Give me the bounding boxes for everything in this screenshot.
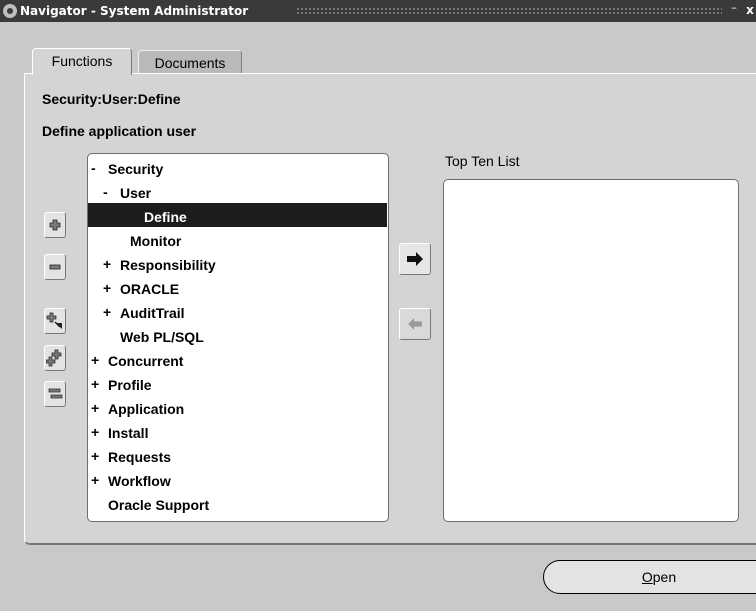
tree-item-label: Concurrent (108, 353, 184, 369)
expand-node-icon[interactable]: + (103, 304, 111, 320)
expand-branch-button[interactable] (44, 308, 66, 334)
open-button-label: pen (652, 569, 677, 585)
expand-button[interactable] (44, 212, 66, 238)
tree-selection-highlight (88, 203, 387, 227)
expand-node-icon[interactable]: + (91, 448, 99, 464)
tree-item-label: Application (108, 401, 185, 417)
expand-branch-icon (46, 312, 62, 329)
close-icon[interactable]: x (743, 3, 756, 17)
expand-all-button[interactable] (44, 345, 66, 371)
tree-item-label: Oracle Support (108, 497, 210, 513)
tree-item-label: AuditTrail (120, 305, 185, 321)
expand-node-icon[interactable]: + (91, 376, 99, 392)
arrow-left-icon (408, 318, 422, 330)
tree-item-label: User (120, 185, 152, 201)
current-function-label: Security:User:Define (42, 91, 181, 107)
title-bar: Navigator - System Administrator ⁻ x (0, 0, 756, 22)
remove-from-top-ten-button[interactable] (399, 308, 431, 340)
tree-item-label: Requests (108, 449, 172, 465)
tree-item-label: Responsibility (120, 257, 216, 273)
open-button-mnemonic: O (641, 569, 653, 585)
minimize-icon[interactable]: ⁻ (727, 3, 741, 17)
app-icon (3, 4, 17, 18)
expand-node-icon[interactable]: + (91, 400, 99, 416)
collapse-node-icon[interactable]: - (91, 160, 96, 176)
tree-item-label: Security (108, 161, 164, 177)
tab-documents[interactable]: Documents (138, 50, 242, 74)
function-description: Define application user (42, 123, 197, 139)
arrow-right-icon (407, 252, 423, 266)
tab-functions[interactable]: Functions (32, 48, 132, 75)
tree-item-label: Install (108, 425, 149, 441)
top-ten-label: Top Ten List (445, 153, 520, 169)
expand-node-icon[interactable]: + (103, 256, 111, 272)
collapse-node-icon[interactable]: - (103, 184, 108, 200)
collapse-all-icon (48, 388, 63, 399)
add-to-top-ten-button[interactable] (399, 243, 431, 275)
tree-item-label: ORACLE (120, 281, 180, 297)
tree-item-label: Profile (108, 377, 152, 393)
title-bar-pattern (296, 7, 722, 16)
window-title: Navigator - System Administrator (20, 4, 249, 18)
tree-item-label: Monitor (130, 233, 182, 249)
collapse-all-button[interactable] (44, 381, 66, 407)
collapse-button[interactable] (44, 254, 66, 280)
expand-node-icon[interactable]: + (103, 280, 111, 296)
top-ten-list[interactable] (443, 179, 739, 522)
expand-node-icon[interactable]: + (91, 472, 99, 488)
collapse-icon (49, 264, 61, 270)
tree-item-label: Define (144, 209, 187, 225)
expand-node-icon[interactable]: + (91, 424, 99, 440)
expand-icon (49, 219, 61, 231)
tree-item-label: Workflow (108, 473, 171, 489)
expand-all-icon (46, 349, 62, 367)
tree-item-label: Web PL/SQL (120, 329, 204, 345)
open-button[interactable]: Open (543, 560, 756, 594)
expand-node-icon[interactable]: + (91, 352, 99, 368)
